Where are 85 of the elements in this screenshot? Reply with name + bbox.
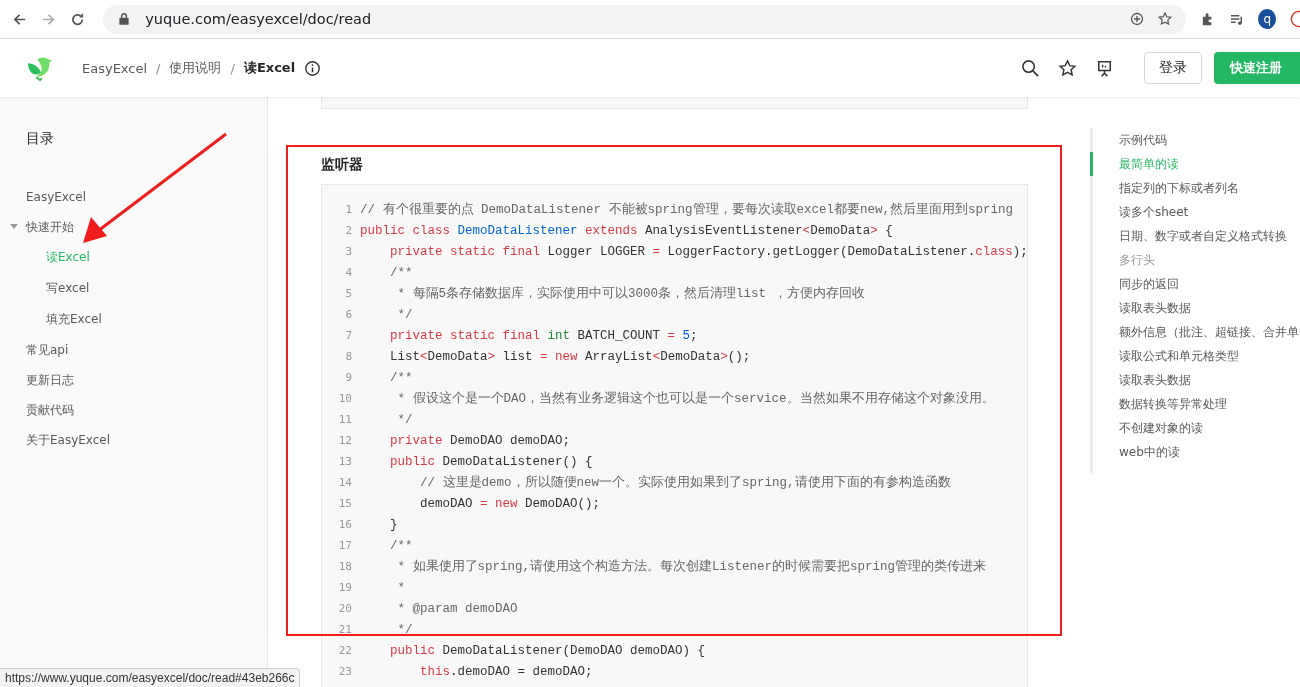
line-number: 3 (344, 245, 352, 258)
toc-link[interactable]: 指定列的下标或者列名 (1090, 176, 1299, 200)
line-number: 23 (337, 665, 352, 678)
code-line: * 如果使用了spring,请使用这个构造方法。每次创建Listener的时候需要把spring管理的类传进来 (396, 558, 987, 575)
toc-link[interactable]: 读取公式和单元格类型 (1090, 344, 1299, 368)
line-number: 8 (344, 350, 352, 363)
toc-link[interactable]: web中的读 (1090, 440, 1299, 464)
code-line: * (396, 580, 405, 595)
line-number: 1 (344, 203, 352, 216)
login-button[interactable]: 登录 (1144, 52, 1202, 84)
code-line: public DemoDataListener() { (389, 454, 593, 469)
code-line: * 假设这个是一个DAO，当然有业务逻辑这个也可以是一个service。当然如果不用存储这个对象没用。 (396, 390, 995, 407)
line-number: 15 (337, 497, 352, 510)
line-number: 14 (337, 476, 352, 489)
code-line: // 这里是demo，所以随便new一个。实际使用如果到了spring,请使用下面的有参构造函数 (419, 474, 951, 491)
toc-link[interactable]: 额外信息（批注、超链接、合并单 (1090, 320, 1299, 344)
lock-icon (117, 12, 132, 26)
code-line: /** (389, 370, 413, 385)
sidebar-title: 目录 (26, 130, 55, 148)
line-number: 2 (344, 224, 352, 237)
line-number: 4 (344, 266, 352, 279)
code-line: private static final int BATCH_COUNT = 5; (389, 328, 698, 343)
sidebar-item[interactable]: 写excel (46, 280, 90, 297)
toc-link[interactable]: 读多个sheet (1090, 200, 1299, 224)
code-line: /** (389, 538, 413, 553)
status-bar-url: https://www.yuque.com/easyexcel/doc/read#43eb266c (0, 668, 300, 687)
toc-link[interactable]: 数据转换等异常处理 (1090, 392, 1299, 416)
sidebar-item[interactable]: EasyExcel (26, 190, 87, 204)
line-number: 22 (337, 644, 352, 657)
breadcrumb-current: 读Excel (243, 59, 296, 77)
toc-link[interactable]: 读取表头数据 (1090, 296, 1299, 320)
toc-link[interactable]: 日期、数字或者自定义格式转换 (1090, 224, 1299, 248)
code-line: demoDAO = new DemoDAO(); (419, 496, 601, 511)
line-number: 7 (344, 329, 352, 342)
sidebar-item[interactable]: 常见api (26, 341, 69, 359)
section-heading: 监听器 (321, 155, 364, 174)
star-icon[interactable] (1158, 12, 1173, 26)
toc-link[interactable]: 不创建对象的读 (1090, 416, 1299, 440)
breadcrumb-separator: / (156, 60, 161, 76)
star-icon[interactable] (1058, 58, 1077, 78)
line-number: 5 (344, 287, 352, 300)
code-line: */ (396, 307, 413, 322)
line-number: 20 (337, 602, 352, 615)
toc-link[interactable]: 同步的返回 (1090, 272, 1299, 296)
code-line: */ (396, 412, 413, 427)
sidebar-item[interactable]: 填充Excel (46, 311, 102, 328)
code-line: } (389, 517, 398, 532)
code-line: List<DemoData> list = new ArrayList<DemoData>(); (389, 349, 751, 364)
breadcrumb-separator: / (230, 60, 235, 76)
toc-link[interactable]: 读取表头数据 (1090, 368, 1299, 392)
code-line: // 有个很重要的点 DemoDataListener 不能被spring管理，要每次读取excel都要new,然后里面用到spring (360, 201, 1014, 218)
line-number: 9 (344, 371, 352, 384)
code-line: this.demoDAO = demoDAO; (419, 664, 593, 679)
line-number: 6 (344, 308, 352, 321)
profile-avatar[interactable]: q (1258, 9, 1277, 29)
code-line: public class DemoDataListener extends AnalysisEventListener<DemoData> { (360, 223, 893, 238)
line-number: 10 (337, 392, 352, 405)
line-number: 19 (337, 581, 352, 594)
code-line: * 每隔5条存储数据库，实际使用中可以3000条，然后清理list ，方便内存回收 (396, 285, 865, 302)
line-number: 21 (337, 623, 352, 636)
sidebar-item[interactable]: 关于EasyExcel (26, 431, 111, 449)
code-line: private DemoDAO demoDAO; (389, 433, 571, 448)
code-line: */ (396, 622, 413, 637)
line-number: 11 (337, 413, 352, 426)
code-line: public DemoDataListener(DemoDAO demoDAO) { (389, 643, 706, 658)
toc-link[interactable]: 示例代码 (1090, 128, 1299, 152)
address-bar[interactable]: yuque.com/easyexcel/doc/read (103, 4, 1187, 34)
code-line: private static final Logger LOGGER = LoggerFactory.getLogger(DemoDataListener.class); (389, 244, 1028, 259)
code-line: * @param demoDAO (396, 601, 518, 616)
breadcrumb-link[interactable]: 使用说明 (169, 59, 222, 77)
line-number: 13 (337, 455, 352, 468)
search-icon[interactable] (1021, 58, 1040, 78)
breadcrumb-link[interactable]: EasyExcel (82, 60, 148, 76)
sidebar-item[interactable]: 快速开始 (26, 218, 74, 236)
presentation-icon[interactable] (1095, 58, 1114, 78)
line-number: 12 (337, 434, 352, 447)
add-icon[interactable] (1130, 12, 1145, 26)
code-line: /** (389, 265, 413, 280)
caret-icon[interactable] (10, 224, 18, 230)
sidebar-item[interactable]: 更新日志 (26, 371, 74, 389)
line-number: 18 (337, 560, 352, 573)
info-icon[interactable] (304, 59, 322, 77)
sidebar-item[interactable]: 贡献代码 (26, 401, 74, 419)
line-number: 17 (337, 539, 352, 552)
line-number: 16 (337, 518, 352, 531)
